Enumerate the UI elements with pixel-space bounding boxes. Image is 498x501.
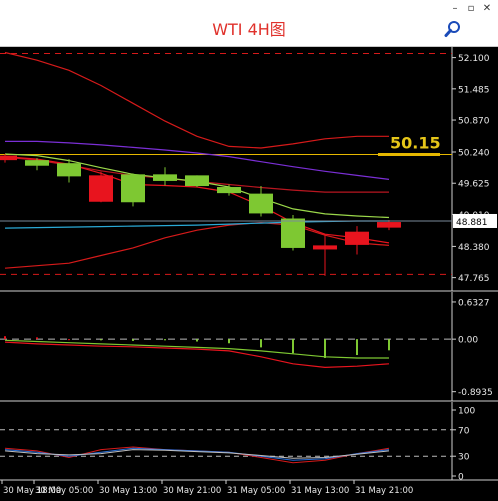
time-tick-label: 31 May 13:00	[291, 486, 349, 496]
macd-bar	[36, 337, 38, 340]
price-tick-label: 48.380	[458, 243, 490, 253]
candle	[345, 231, 369, 245]
candle	[57, 163, 81, 177]
candle	[0, 155, 17, 161]
macd-bar	[228, 339, 230, 344]
chart-title: WTI 4H图	[212, 20, 286, 39]
macd-bar	[100, 339, 102, 341]
macd-pane-bg	[0, 292, 498, 401]
close-button[interactable]: ✕	[480, 2, 494, 15]
candle	[185, 175, 209, 187]
price-pane: 52.10051.48550.87050.24049.62549.01048.3…	[0, 47, 498, 292]
price-tick-label: 52.100	[458, 54, 490, 64]
price-tick-label: 49.625	[458, 180, 490, 190]
macd-bar	[260, 339, 262, 348]
window-titlebar: – ▫ ✕ WTI 4H图	[0, 0, 498, 47]
macd-bar	[164, 339, 166, 341]
magnifier-icon[interactable]	[444, 20, 462, 38]
stochastic-tick-label: 70	[458, 426, 470, 436]
macd-tick-label: 0.00	[458, 336, 478, 346]
macd-pane: 0.6327 0.00 -0.8935	[0, 292, 498, 402]
macd-bar	[388, 339, 390, 351]
price-annotation: 50.15	[390, 134, 441, 153]
time-tick-label: 30 May 21:00	[163, 486, 221, 496]
candle	[121, 174, 145, 203]
stochastic-pane-bg	[0, 402, 498, 480]
time-tick-label: 31 May 21:00	[355, 486, 413, 496]
macd-bar	[196, 339, 198, 342]
macd-bar	[324, 339, 326, 358]
candle	[249, 193, 273, 214]
price-tick-label: 50.240	[458, 149, 490, 159]
candle	[377, 222, 401, 228]
price-tick-label: 51.485	[458, 85, 490, 95]
macd-bar	[356, 339, 358, 356]
macd-bar	[68, 339, 70, 341]
macd-tick-label: -0.8935	[458, 388, 493, 398]
time-tick-label: 31 May 05:00	[227, 486, 285, 496]
candle	[313, 245, 337, 250]
macd-tick-label: 0.6327	[458, 298, 490, 308]
minimize-button[interactable]: –	[448, 2, 462, 15]
candle	[217, 187, 241, 194]
price-tick-label: 50.870	[458, 117, 490, 127]
current-price-label: 48.881	[456, 218, 488, 228]
restore-button[interactable]: ▫	[464, 2, 478, 15]
candle	[25, 160, 49, 166]
candle	[89, 175, 113, 202]
macd-bar	[4, 336, 6, 340]
candle	[153, 174, 177, 181]
candle	[281, 218, 305, 248]
price-tick-label: 47.765	[458, 274, 490, 284]
stochastic-tick-label: 100	[458, 407, 475, 417]
stochastic-pane: 100 70 30 0	[0, 402, 498, 483]
chart-area[interactable]: 52.10051.48550.87050.24049.62549.01048.3…	[0, 47, 498, 501]
macd-bar	[292, 339, 294, 354]
time-tick-label: 30 May 05:00	[35, 486, 93, 496]
time-axis: 30 May 18:0030 May 05:00 30 May 13:00 30 M…	[1, 480, 413, 496]
stochastic-tick-label: 0	[458, 473, 464, 483]
stochastic-tick-label: 30	[458, 453, 470, 463]
time-tick-label: 30 May 13:00	[99, 486, 157, 496]
window-controls: – ▫ ✕	[448, 2, 494, 16]
macd-bar	[132, 339, 134, 341]
